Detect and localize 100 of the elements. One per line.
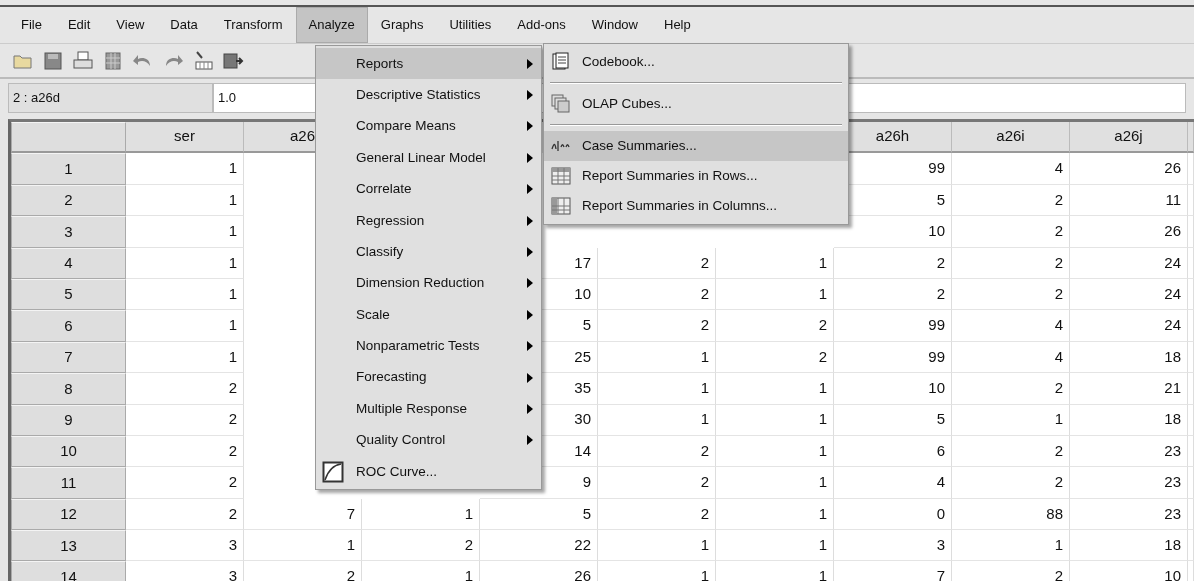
- table-cell: 1: [716, 404, 834, 436]
- menu-item[interactable]: Edit: [54, 7, 104, 43]
- table-cell: 4: [952, 341, 1070, 374]
- row-header[interactable]: 5: [11, 278, 126, 311]
- table-cell: 2: [244, 561, 362, 581]
- row-header[interactable]: 14: [11, 561, 126, 581]
- table-cell: 0: [834, 498, 952, 531]
- menu-item[interactable]: Analyze: [295, 7, 368, 43]
- table-cell: 2: [126, 404, 244, 436]
- menu-item[interactable]: Add-ons: [504, 7, 579, 43]
- print-icon[interactable]: [72, 49, 94, 72]
- menu-item[interactable]: Regression: [316, 204, 541, 237]
- table-cell: 2: [598, 247, 716, 279]
- submenu-arrow-icon: [527, 372, 533, 383]
- table-cell: 1: [716, 278, 834, 311]
- menu-item[interactable]: Descriptive Statistics: [316, 79, 541, 111]
- menu-item[interactable]: Utilities: [436, 7, 505, 43]
- table-cell: 1: [598, 373, 716, 405]
- table-cell: 1: [362, 561, 480, 581]
- menu-item[interactable]: Correlate: [316, 173, 541, 205]
- save-icon[interactable]: [42, 49, 64, 72]
- menu-item[interactable]: OLAP Cubes...: [544, 89, 848, 119]
- row-header[interactable]: 7: [11, 341, 126, 374]
- submenu-arrow-icon: [527, 278, 533, 289]
- submenu-arrow-icon: [527, 404, 533, 414]
- table-cell: 2: [952, 373, 1070, 405]
- table-cell: 1: [598, 561, 716, 581]
- table-cell: 3: [126, 530, 244, 562]
- table-cell: 2: [598, 467, 716, 499]
- row-header[interactable]: 9: [11, 404, 126, 436]
- table-cell: 1: [716, 435, 834, 468]
- menu-item[interactable]: Graphs: [367, 7, 437, 43]
- table-cell: 2: [126, 373, 244, 405]
- table-cell: 2: [834, 247, 952, 279]
- menu-item[interactable]: Data: [157, 7, 211, 43]
- table-cell: 1: [716, 373, 834, 405]
- table-cell: 5: [834, 404, 952, 436]
- table-cell: 2: [716, 341, 834, 374]
- row-header[interactable]: 1: [11, 153, 126, 185]
- submenu-arrow-icon: [527, 309, 533, 320]
- row-header[interactable]: 6: [11, 310, 126, 342]
- table-cell: 2: [598, 498, 716, 531]
- menu-item[interactable]: Transform: [210, 7, 296, 43]
- table-cell: 24: [1070, 247, 1188, 279]
- menu-item[interactable]: Codebook...: [544, 47, 848, 77]
- grid-icon[interactable]: [102, 49, 124, 72]
- table-cell: 23: [1070, 467, 1188, 499]
- row-header[interactable]: 3: [11, 216, 126, 248]
- table-cell: 1: [126, 216, 244, 248]
- table-cell: 2: [362, 530, 480, 562]
- column-header[interactable]: a26j: [1070, 122, 1188, 154]
- table-cell: 1: [598, 530, 716, 562]
- table-cell: 1: [126, 247, 244, 279]
- menu-item[interactable]: Reports: [316, 48, 541, 80]
- row-header[interactable]: 11: [11, 467, 126, 499]
- table-cell: 2: [598, 310, 716, 342]
- menu-item[interactable]: File: [8, 7, 55, 43]
- menu-item[interactable]: Case Summaries...: [544, 131, 848, 161]
- menu-item[interactable]: View: [103, 7, 158, 43]
- submenu-arrow-icon: [527, 341, 533, 352]
- table-cell: 1: [952, 530, 1070, 562]
- row-header[interactable]: 13: [11, 530, 126, 562]
- table-cell: 2: [952, 561, 1070, 581]
- table-cell: 1: [126, 278, 244, 311]
- table-cell: 24: [1070, 310, 1188, 342]
- column-header[interactable]: a26i: [952, 122, 1070, 154]
- row-header[interactable]: 8: [11, 373, 126, 405]
- row-header[interactable]: 4: [11, 247, 126, 279]
- submenu-arrow-icon: [527, 215, 533, 226]
- table-cell: 6: [834, 435, 952, 468]
- menu-item[interactable]: Window: [578, 7, 651, 43]
- menu-item[interactable]: Help: [651, 7, 704, 43]
- submenu-arrow-icon: [527, 58, 533, 69]
- table-cell: 7: [834, 561, 952, 581]
- row-header[interactable]: 2: [11, 184, 126, 217]
- submenu-arrow-icon: [527, 121, 533, 132]
- table-cell: 2: [598, 278, 716, 311]
- column-header[interactable]: [1188, 122, 1194, 154]
- row-header[interactable]: 10: [11, 435, 126, 468]
- table-cell: 1: [126, 341, 244, 374]
- table-cell: 1: [952, 404, 1070, 436]
- table-cell: 3: [834, 530, 952, 562]
- table-cell: 18: [1070, 341, 1188, 374]
- column-header[interactable]: ser: [126, 122, 244, 154]
- table-cell: 1: [598, 404, 716, 436]
- table-cell: 26: [480, 561, 598, 581]
- table-cell: 99: [834, 310, 952, 342]
- table-cell: 21: [1070, 373, 1188, 405]
- table-cell: 1: [716, 247, 834, 279]
- table-cell: 4: [834, 467, 952, 499]
- table-cell: 1: [598, 341, 716, 374]
- table-cell: 1: [244, 530, 362, 562]
- table-cell: 11: [1070, 184, 1188, 217]
- curve-icon: [322, 460, 344, 483]
- table-cell: 5: [480, 498, 598, 531]
- table-cell: 1: [716, 467, 834, 499]
- table-cell: 1: [716, 561, 834, 581]
- import-icon[interactable]: [192, 49, 214, 72]
- table-cell: 22: [480, 530, 598, 562]
- row-header[interactable]: 12: [11, 498, 126, 531]
